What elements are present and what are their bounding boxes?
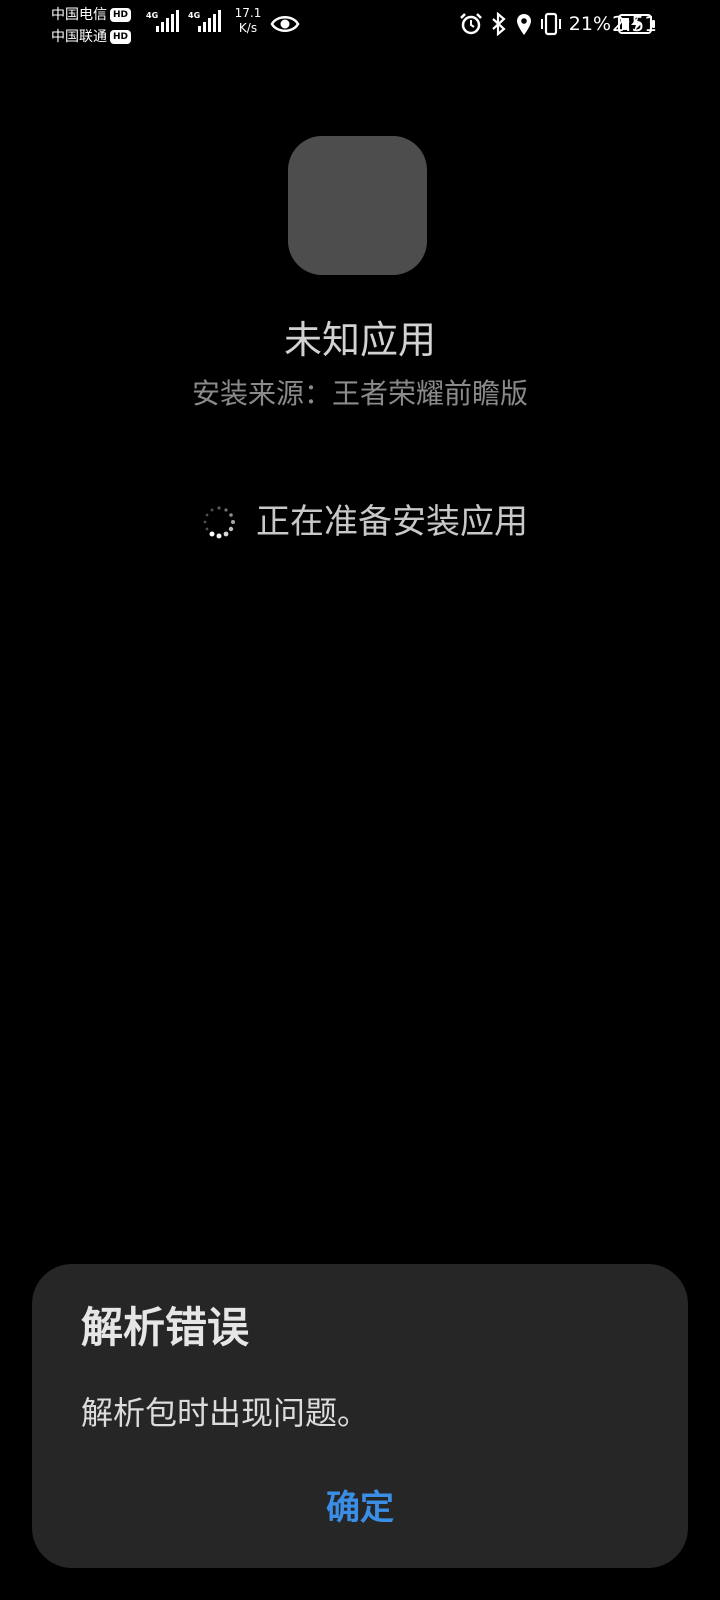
- carrier-name-1: 中国电信: [51, 7, 107, 23]
- signal-1: 4G: [146, 8, 182, 38]
- signal-bars-icon: [198, 10, 221, 32]
- carrier-name-2: 中国联通: [51, 29, 107, 45]
- vibrate-icon: [540, 12, 561, 36]
- battery-percent: 21%: [568, 13, 611, 35]
- carrier-line-2: 中国联通 HD: [51, 26, 143, 48]
- clock: 2:51: [612, 12, 657, 36]
- install-progress: 正在准备安装应用: [0, 498, 720, 546]
- hd-badge-2: HD: [110, 30, 132, 44]
- network-speed-unit: K/s: [238, 21, 258, 35]
- eye-icon: [270, 16, 300, 32]
- install-source: 安装来源：王者荣耀前瞻版: [191, 377, 528, 410]
- location-icon: [516, 14, 531, 35]
- dialog-message: 解析包时出现问题。: [81, 1394, 370, 1432]
- app-name: 未知应用: [283, 318, 436, 362]
- install-status-text: 正在准备安装应用: [256, 502, 528, 542]
- error-dialog: 解析错误 解析包时出现问题。 确定: [32, 1264, 688, 1568]
- signal-bars-icon: [156, 10, 179, 32]
- dialog-title: 解析错误: [81, 1303, 250, 1352]
- carrier-line-1: 中国电信 HD: [51, 4, 143, 26]
- status-bar: 中国电信 HD 中国联通 HD 4G 4G 17.1 K/s 21% 2:51: [0, 0, 720, 50]
- signal-2: 4G: [188, 8, 224, 38]
- loading-spinner-icon: [203, 506, 235, 539]
- hd-badge-1: HD: [110, 8, 132, 22]
- network-speed-value: 17.1: [234, 6, 262, 20]
- carrier-info: 中国电信 HD 中国联通 HD: [51, 4, 143, 48]
- app-icon: [288, 136, 427, 275]
- alarm-icon: [459, 13, 482, 35]
- network-speed: 17.1 K/s: [232, 6, 264, 36]
- bluetooth-icon: [492, 12, 506, 36]
- confirm-button[interactable]: 确定: [260, 1478, 460, 1538]
